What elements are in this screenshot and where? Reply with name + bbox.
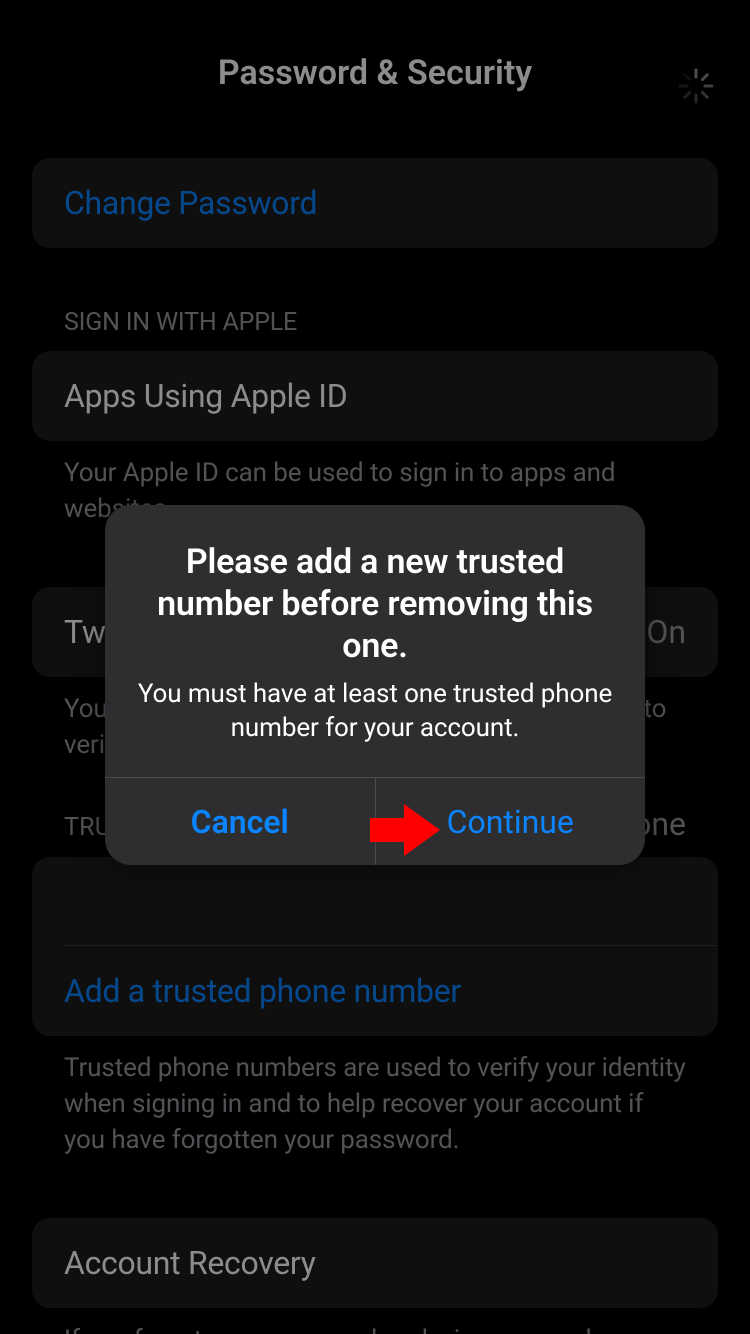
cancel-button[interactable]: Cancel: [105, 778, 376, 865]
trusted-cell-group: Add a trusted phone number: [32, 857, 718, 1036]
signin-group: SIGN IN WITH APPLE Apps Using Apple ID Y…: [32, 308, 718, 527]
trusted-footer: Trusted phone numbers are used to verify…: [64, 1050, 686, 1158]
signin-section-header: SIGN IN WITH APPLE: [64, 308, 718, 337]
loading-spinner-icon: [676, 66, 716, 106]
account-recovery-row[interactable]: Account Recovery: [32, 1218, 718, 1308]
recovery-group: Account Recovery If you forget your pass…: [32, 1218, 718, 1334]
recovery-footer: If you forget your password or device pa…: [64, 1322, 686, 1334]
change-password-row[interactable]: Change Password: [32, 158, 718, 248]
add-trusted-number-row[interactable]: Add a trusted phone number: [32, 946, 718, 1036]
continue-button[interactable]: Continue: [376, 778, 646, 865]
account-recovery-label: Account Recovery: [64, 1244, 316, 1282]
apps-using-apple-id-label: Apps Using Apple ID: [64, 377, 347, 415]
two-factor-value: On: [646, 613, 686, 651]
nav-bar: Password & Security: [0, 0, 750, 90]
apps-using-apple-id-row[interactable]: Apps Using Apple ID: [32, 351, 718, 441]
alert-message: You must have at least one trusted phone…: [133, 677, 617, 745]
alert-body: Please add a new trusted number before r…: [105, 505, 645, 777]
alert-dialog: Please add a new trusted number before r…: [105, 505, 645, 865]
password-security-screen: Password & Security Change Password: [0, 0, 750, 1334]
change-password-group: Change Password: [32, 158, 718, 248]
trusted-number-row[interactable]: [32, 857, 718, 945]
alert-buttons: Cancel Continue: [105, 777, 645, 865]
page-title: Password & Security: [218, 53, 532, 93]
add-trusted-number-label: Add a trusted phone number: [64, 972, 461, 1010]
alert-title: Please add a new trusted number before r…: [133, 541, 617, 667]
change-password-label: Change Password: [64, 184, 317, 222]
